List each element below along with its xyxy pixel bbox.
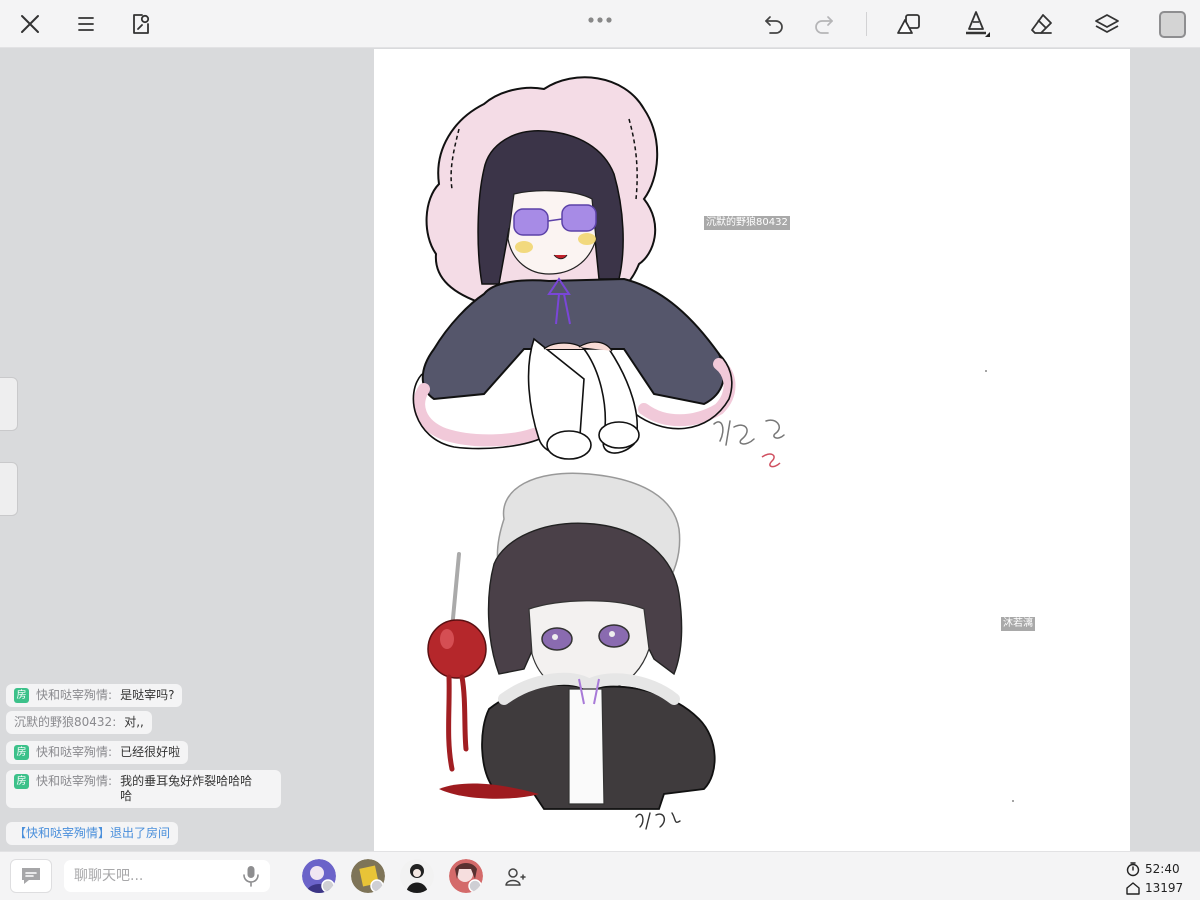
timer-icon [1126,862,1140,877]
top-figure [412,76,736,460]
layers-icon[interactable] [1091,8,1123,40]
shapes-icon[interactable] [894,8,926,40]
chat-system-message: 【快和哒宰殉情】退出了房间 [6,822,179,845]
chat-message: 房 快和哒宰殉情 : 已经很好啦 [6,741,189,764]
bottom-figure [427,472,716,810]
user-cursor-tag: 沉默的野狼80432 [704,216,790,230]
chat-colon: : [108,774,113,788]
chat-input[interactable] [64,860,270,892]
chat-message: 房 快和哒宰殉情 : 是哒宰吗? [6,684,183,707]
session-timer: 52:40 [1125,860,1195,878]
opacity-slider-tab[interactable] [0,462,18,516]
artwork [412,76,785,830]
canvas-speck [985,370,987,372]
chat-text: 我的垂耳兔好炸裂哈哈哈哈 [120,774,253,803]
chat-text: 是哒宰吗? [120,688,175,702]
chat-text: 已经很好啦 [120,745,181,759]
room-owner-badge: 房 [14,745,29,760]
toolbar-divider [866,12,867,36]
chat-colon: : [108,688,113,702]
chat-sender[interactable]: 快和哒宰殉情 [36,774,108,789]
participant-avatar[interactable] [302,859,336,893]
participant-avatar[interactable] [351,859,385,893]
undo-icon[interactable] [758,8,790,40]
room-number: 13197 [1125,879,1195,897]
canvas-edit-icon[interactable] [125,8,157,40]
participant-avatar[interactable] [449,859,483,893]
chat-bubble-icon [22,868,40,884]
timer-value: 52:40 [1145,862,1180,876]
chat-text: 对,, [124,715,144,729]
chat-message: 沉默的野狼80432 : 对,, [6,711,152,734]
chat-sender[interactable]: 快和哒宰殉情 [36,745,108,760]
participant-avatar[interactable] [400,859,434,893]
chat-sender[interactable]: 快和哒宰殉情 [36,688,108,703]
room-owner-badge: 房 [14,774,29,789]
chat-sender[interactable]: 沉默的野狼80432 [14,715,112,730]
chat-toggle-button[interactable] [10,859,52,893]
home-icon [1126,882,1140,895]
brush-size-slider-tab[interactable] [0,377,18,431]
system-text: 【快和哒宰殉情】退出了房间 [14,826,171,840]
eraser-icon[interactable] [1026,8,1058,40]
drawing-canvas[interactable]: 沉默的野狼80432 沐若漓 [374,49,1130,851]
redo-icon[interactable] [808,8,840,40]
drag-handle-icon[interactable] [587,9,613,23]
canvas-speck [1012,800,1014,802]
chat-colon: : [108,745,113,759]
pen-tool-icon[interactable] [960,8,992,40]
room-owner-badge: 房 [14,688,29,703]
room-number-value: 13197 [1145,881,1184,895]
chat-message: 房 快和哒宰殉情 : 我的垂耳兔好炸裂哈哈哈哈 [6,770,281,808]
add-user-icon[interactable] [503,865,527,889]
close-icon[interactable] [14,8,46,40]
user-cursor-tag: 沐若漓 [1001,617,1035,631]
bottom-bar: 52:40 13197 [0,851,1200,900]
menu-icon[interactable] [70,8,102,40]
color-swatch-button[interactable] [1159,11,1186,38]
top-toolbar [0,0,1200,48]
microphone-icon[interactable] [241,865,261,887]
chat-colon: : [112,715,117,729]
